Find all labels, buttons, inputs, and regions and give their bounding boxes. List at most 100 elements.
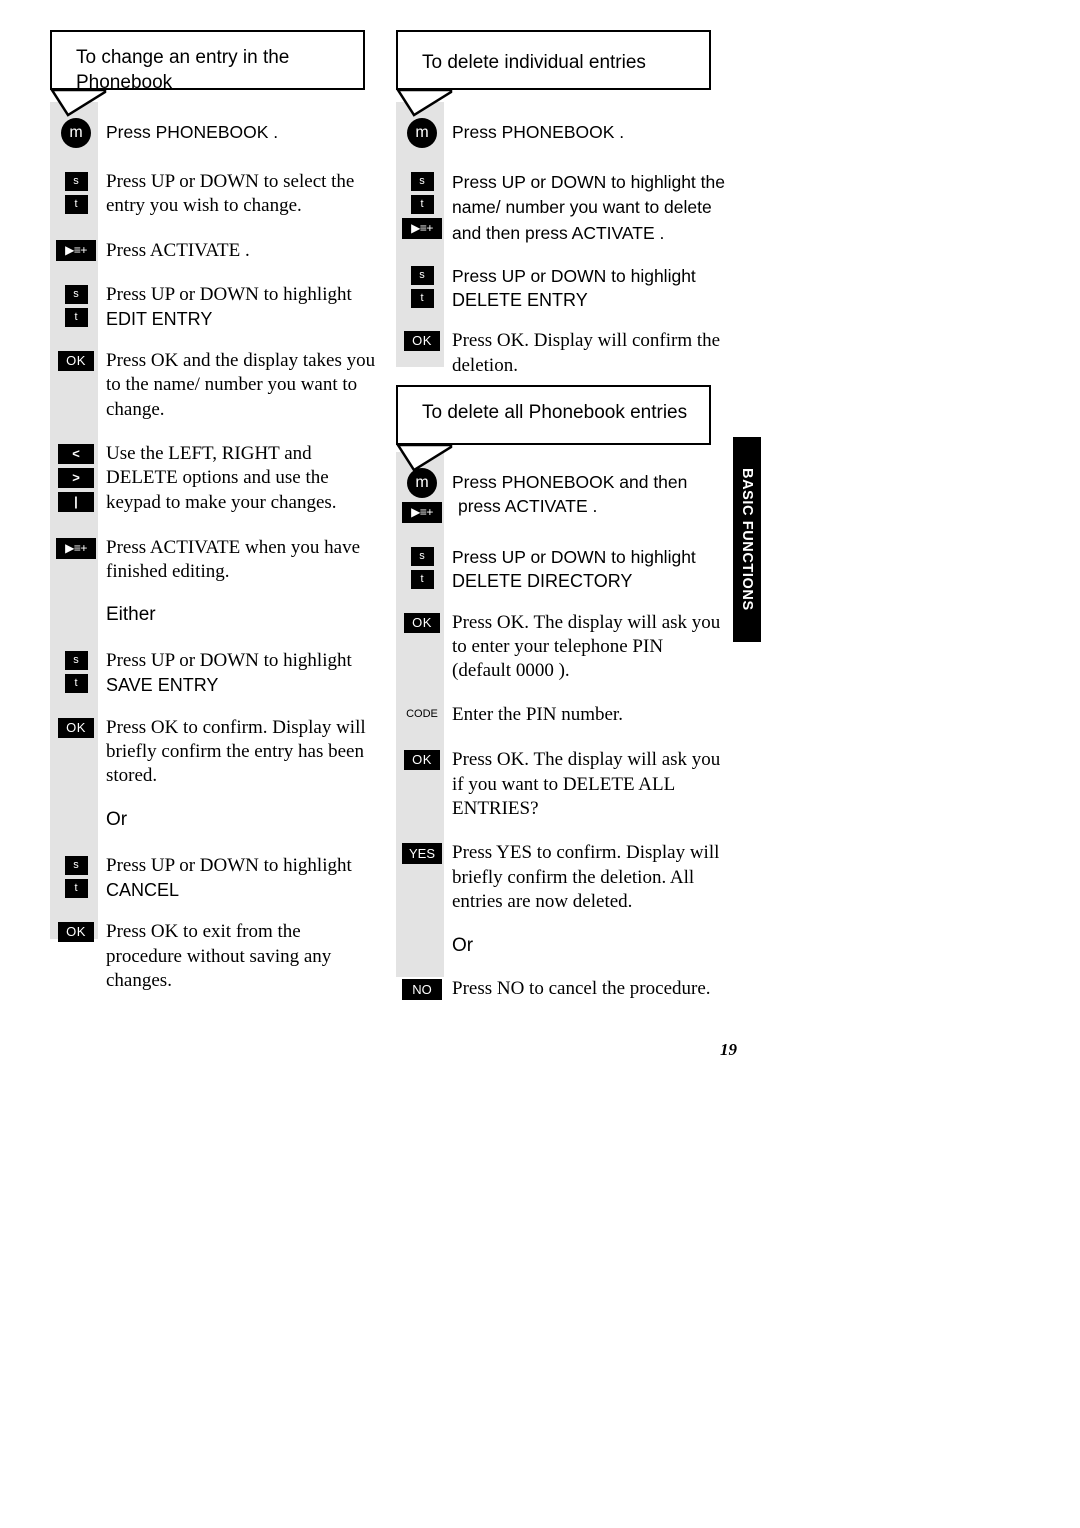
- down-key-icon[interactable]: t: [64, 195, 88, 214]
- step: s t Press UP or DOWN to highlight CANCEL: [50, 854, 380, 903]
- callout-delete-all: To delete all Phonebook entries: [396, 385, 714, 448]
- activate-key-icon[interactable]: ▶≡+: [56, 538, 96, 560]
- callout-tail-2: [396, 89, 453, 117]
- step-text-label: Press UP or DOWN to highlight: [452, 265, 696, 286]
- phonebook-key-icon[interactable]: m: [61, 118, 91, 148]
- callout-change-entry: To change an entry in the Phonebook: [50, 30, 368, 93]
- activate-key-icon[interactable]: ▶≡+: [402, 502, 442, 523]
- step-text-label: Press OK to confirm. Display will briefl…: [106, 716, 366, 787]
- step-text: Press OK. The display will ask you to en…: [448, 611, 726, 684]
- step: s t Press UP or DOWN to highlight EDIT E…: [50, 283, 380, 332]
- step-keys: OK: [50, 716, 102, 742]
- menu-option-cancel: CANCEL: [106, 880, 180, 901]
- step-text-label-2: press ACTIVATE .: [458, 496, 598, 517]
- menu-option-delete-directory: DELETE DIRECTORY: [452, 571, 633, 592]
- step-text: Or: [102, 808, 127, 832]
- step: NO Press NO to cancel the procedure.: [396, 977, 726, 1004]
- step-keys: OK: [50, 920, 102, 946]
- no-key-icon[interactable]: NO: [402, 978, 442, 1000]
- step-keys: s t: [396, 545, 448, 593]
- up-key-icon[interactable]: s: [410, 547, 434, 566]
- step-keys: [396, 934, 448, 936]
- step-text: Press UP or DOWN to highlight EDIT ENTRY: [102, 283, 352, 332]
- down-key-icon[interactable]: t: [64, 878, 88, 898]
- step-keys: OK: [396, 329, 448, 355]
- phonebook-key-icon[interactable]: m: [407, 468, 437, 498]
- step: YES Press YES to confirm. Display will b…: [396, 841, 726, 914]
- step-text-label: Press UP or DOWN to highlight: [452, 547, 696, 567]
- ok-key-icon[interactable]: OK: [58, 717, 94, 738]
- step-text: Press UP or DOWN to highlight DELETE DIR…: [448, 545, 696, 594]
- right-key-icon[interactable]: >: [58, 468, 94, 489]
- heading-delete-all: To delete all Phonebook entries: [422, 402, 688, 423]
- step: OK Press OK to exit from the procedure w…: [50, 920, 380, 993]
- down-key-icon[interactable]: t: [410, 288, 434, 308]
- step-text-label: Press PHONEBOOK and then: [452, 472, 688, 492]
- step-text-label: Use the LEFT, RIGHT and DELETE options a…: [106, 443, 337, 513]
- callout-tail-1: [50, 89, 107, 117]
- up-key-icon[interactable]: s: [410, 265, 434, 285]
- down-key-icon[interactable]: t: [64, 307, 88, 327]
- down-key-icon[interactable]: t: [64, 673, 88, 693]
- step-keys: s t: [396, 264, 448, 312]
- yes-key-icon[interactable]: YES: [402, 843, 442, 865]
- step-text: Press OK to exit from the procedure with…: [102, 920, 380, 993]
- phonebook-key-icon[interactable]: m: [407, 118, 437, 148]
- code-key-icon[interactable]: CODE: [401, 705, 443, 724]
- up-key-icon[interactable]: s: [410, 172, 434, 191]
- ok-key-icon[interactable]: OK: [404, 612, 440, 633]
- step: s t Press UP or DOWN to highlight DELETE…: [396, 545, 726, 594]
- step: OK Press OK and the display takes you to…: [50, 349, 380, 422]
- step-text: Press UP or DOWN to highlight DELETE ENT…: [448, 264, 696, 313]
- step-text-label: Press YES to confirm. Display will brief…: [452, 842, 720, 912]
- ok-key-icon[interactable]: OK: [58, 922, 94, 943]
- step-text-label: Press OK. The display will ask you if yo…: [452, 749, 721, 820]
- manual-page: To change an entry in the Phonebook m Pr…: [0, 0, 1080, 1528]
- or-label: Or: [106, 809, 128, 831]
- step-text: Press ACTIVATE .: [102, 238, 250, 263]
- step-text-label: Press ACTIVATE when you have finished ed…: [106, 537, 361, 583]
- heading-change-entry: To change an entry in the Phonebook: [76, 47, 290, 93]
- step-keys: s t: [50, 649, 102, 697]
- step-text-label: Enter the PIN number.: [452, 704, 623, 726]
- up-key-icon[interactable]: s: [64, 172, 88, 191]
- ok-key-icon[interactable]: OK: [404, 750, 440, 771]
- delete-key-icon[interactable]: |: [58, 492, 94, 513]
- up-key-icon[interactable]: s: [64, 284, 88, 304]
- step-keys: s t: [50, 170, 102, 218]
- side-tab-label: BASIC FUNCTIONS: [739, 468, 755, 611]
- step-text-label: Press ACTIVATE .: [106, 239, 250, 261]
- step-keys: < > |: [50, 442, 102, 516]
- down-key-icon[interactable]: t: [410, 195, 434, 214]
- step-keys: OK: [396, 748, 448, 774]
- step: m Press PHONEBOOK .: [50, 116, 380, 152]
- step-text: Enter the PIN number.: [448, 703, 623, 727]
- step: OK Press OK to confirm. Display will bri…: [50, 716, 380, 789]
- step-text: Press UP or DOWN to highlight the name/ …: [448, 170, 726, 246]
- step-text: Press ACTIVATE when you have finished ed…: [102, 536, 380, 585]
- left-key-icon[interactable]: <: [58, 444, 94, 465]
- up-key-icon[interactable]: s: [64, 650, 88, 670]
- step: s t Press UP or DOWN to select the entry…: [50, 170, 380, 219]
- down-key-icon[interactable]: t: [410, 570, 434, 589]
- step-keys: ▶≡+: [50, 238, 102, 265]
- up-key-icon[interactable]: s: [64, 855, 88, 875]
- step-text: Press PHONEBOOK .: [102, 116, 278, 145]
- step-keys: [50, 808, 102, 810]
- ok-key-icon[interactable]: OK: [404, 331, 440, 352]
- step-text-label: Press UP or DOWN to highlight: [106, 283, 352, 305]
- side-tab-basic-functions: BASIC FUNCTIONS: [733, 437, 761, 642]
- menu-option-save-entry: SAVE ENTRY: [106, 675, 219, 696]
- step-text: Press OK. Display will confirm the delet…: [448, 329, 726, 378]
- ok-key-icon[interactable]: OK: [58, 351, 94, 372]
- step-keys: m: [396, 116, 448, 152]
- step: s t ▶≡+ Press UP or DOWN to highlight th…: [396, 170, 726, 246]
- step-keys: m ▶≡+: [396, 466, 448, 527]
- step: m Press PHONEBOOK .: [396, 116, 726, 152]
- step-text: Press UP or DOWN to select the entry you…: [102, 170, 380, 219]
- step: m ▶≡+ Press PHONEBOOK and then press ACT…: [396, 466, 726, 527]
- activate-key-icon[interactable]: ▶≡+: [402, 218, 442, 239]
- step-text: Press NO to cancel the procedure.: [448, 977, 711, 1001]
- activate-key-icon[interactable]: ▶≡+: [56, 239, 96, 261]
- step-keys: m: [50, 116, 102, 152]
